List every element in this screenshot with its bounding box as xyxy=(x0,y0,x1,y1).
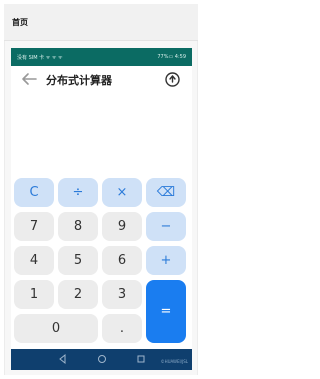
nav-back-icon[interactable] xyxy=(57,353,69,365)
digit-5-key[interactable]: 5 xyxy=(58,246,98,275)
app-title: 分布式计算器 xyxy=(46,74,112,87)
digit-3-key[interactable]: 3 xyxy=(102,280,142,309)
equals-key[interactable]: = xyxy=(146,280,186,343)
digit-6-key[interactable]: 6 xyxy=(102,246,142,275)
digit-0-key[interactable]: 0 xyxy=(14,314,98,343)
phone-screen: 没有 SIM 卡 ᯤ ᯤ ᯤ 77%▭ 4:59 分布式计算器 C ÷ × ⌫ 7 8 9−… xyxy=(11,48,192,370)
digit-7-key[interactable]: 7 xyxy=(14,212,54,241)
app-bar: 分布式计算器 xyxy=(11,66,192,92)
top-bar: 首页 xyxy=(4,4,198,41)
watermark: ©HUAWEI/JSL xyxy=(160,359,188,364)
device-transfer-icon[interactable] xyxy=(164,71,181,88)
minus-key[interactable]: − xyxy=(146,212,186,241)
status-left: 没有 SIM 卡 ᯤ ᯤ ᯤ xyxy=(17,55,63,61)
nav-home-icon[interactable] xyxy=(96,353,108,365)
navigation-bar: ©HUAWEI/JSL xyxy=(11,349,192,370)
status-right: 77%▭ 4:59 xyxy=(157,54,186,60)
divide-key[interactable]: ÷ xyxy=(58,178,98,207)
digit-4-key[interactable]: 4 xyxy=(14,246,54,275)
digit-8-key[interactable]: 8 xyxy=(58,212,98,241)
digit-2-key[interactable]: 2 xyxy=(58,280,98,309)
clear-key[interactable]: C xyxy=(14,178,54,207)
digit-1-key[interactable]: 1 xyxy=(14,280,54,309)
digit-9-key[interactable]: 9 xyxy=(102,212,142,241)
nav-recents-icon[interactable] xyxy=(135,353,147,365)
page-title: 首页 xyxy=(12,18,28,27)
plus-key[interactable]: + xyxy=(146,246,186,275)
status-bar: 没有 SIM 卡 ᯤ ᯤ ᯤ 77%▭ 4:59 xyxy=(11,48,192,66)
backspace-key[interactable]: ⌫ xyxy=(146,178,186,207)
arrow-left-icon[interactable] xyxy=(20,72,38,86)
multiply-key[interactable]: × xyxy=(102,178,142,207)
keypad: C ÷ × ⌫ 7 8 9− 4 5 6 +1 2 3 = 0. xyxy=(11,178,192,343)
decimal-key[interactable]: . xyxy=(102,314,142,343)
